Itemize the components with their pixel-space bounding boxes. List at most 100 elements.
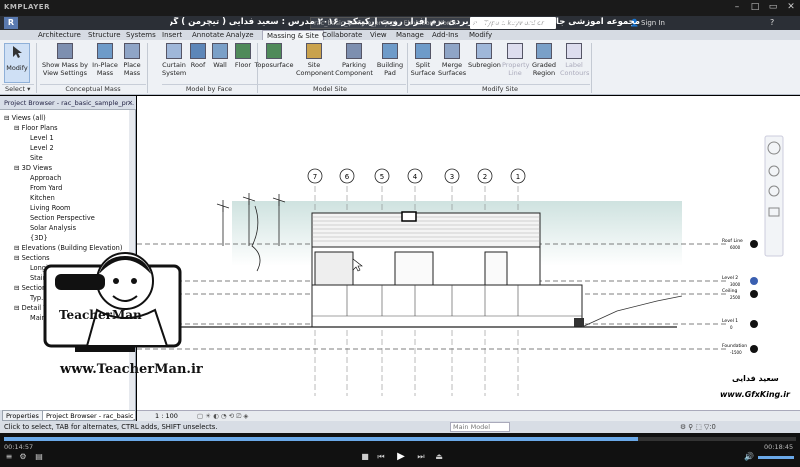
level-head-icon[interactable] xyxy=(750,320,758,328)
tree-item-label: Level 2 xyxy=(30,144,54,152)
level-head-icon[interactable] xyxy=(750,290,758,298)
help-icon[interactable]: ? xyxy=(770,17,774,29)
modify-button[interactable]: Modify xyxy=(4,43,30,83)
grid-label: 6 xyxy=(345,173,350,181)
tree-item[interactable]: Section Perspective xyxy=(4,213,129,223)
place-mass-button[interactable]: Place Mass xyxy=(120,43,144,83)
eject-icon[interactable]: ⏏ xyxy=(434,452,444,462)
select-dropdown[interactable]: Select ▾ xyxy=(2,84,34,93)
view-control-bar: 1 : 100 ▢ ☀ ◐ ◔ ⟲ ⎚ ◈ xyxy=(137,410,800,421)
tree-item[interactable]: ⊟ Floor Plans xyxy=(4,123,129,133)
tree-item-label: From Yard xyxy=(30,184,63,192)
revit-logo-icon[interactable]: R xyxy=(4,17,18,29)
tree-item[interactable]: Kitchen xyxy=(4,193,129,203)
close-icon[interactable]: ✕ xyxy=(784,1,798,14)
tree-item[interactable]: ⊟ Views (all) xyxy=(4,113,129,123)
tab-properties[interactable]: Properties xyxy=(2,410,43,421)
tree-item[interactable]: From Yard xyxy=(4,183,129,193)
level-head-icon[interactable] xyxy=(750,277,758,285)
view-controls[interactable]: ▢ ☀ ◐ ◔ ⟲ ⎚ ◈ xyxy=(197,412,248,421)
tab-modify[interactable]: Modify xyxy=(465,30,496,40)
tab-project-browser[interactable]: Project Browser - rac_basic_... xyxy=(42,410,136,421)
tab-architecture[interactable]: Architecture xyxy=(34,30,85,40)
maximize-icon[interactable]: ▭ xyxy=(766,1,780,14)
next-icon[interactable]: ⏭ xyxy=(416,452,426,462)
label-contours-button[interactable]: Label Contours xyxy=(560,43,589,83)
tree-item[interactable]: Level 1 xyxy=(4,133,129,143)
tab-massing-site[interactable]: Massing & Site xyxy=(262,30,324,40)
volume-slider[interactable] xyxy=(758,456,794,459)
tab-systems[interactable]: Systems xyxy=(122,30,160,40)
seek-progress xyxy=(4,437,638,441)
merge-surfaces-button[interactable]: Merge Surfaces xyxy=(438,43,466,83)
play-icon[interactable]: ▶ xyxy=(396,452,406,462)
divider xyxy=(591,43,592,93)
collapse-icon[interactable]: ⊟ xyxy=(14,164,22,172)
tree-item[interactable]: Approach xyxy=(4,173,129,183)
workset-dropdown[interactable]: Main Model xyxy=(450,422,510,432)
volume-icon[interactable]: 🔊 xyxy=(744,452,754,462)
tab-structure[interactable]: Structure xyxy=(84,30,125,40)
tab-collaborate[interactable]: Collaborate xyxy=(318,30,366,40)
ribbon-button-label: Property Line xyxy=(502,61,530,77)
building-pad-button[interactable]: Building Pad xyxy=(376,43,404,83)
tab-view[interactable]: View xyxy=(366,30,391,40)
tab-add-ins[interactable]: Add-Ins xyxy=(428,30,462,40)
tree-item[interactable]: {3D} xyxy=(4,233,129,243)
teacherman-url: www.TeacherMan.ir xyxy=(60,362,203,377)
minimize-icon[interactable]: – xyxy=(730,1,744,14)
level-head-icon[interactable] xyxy=(750,345,758,353)
video-title: مجموعه آموزشی جامع ، گام به گام و کاربرد… xyxy=(170,17,640,27)
in-place-mass-button[interactable]: In-Place Mass xyxy=(92,43,118,83)
tab-insert[interactable]: Insert xyxy=(158,30,186,40)
stop-icon[interactable]: ■ xyxy=(360,452,370,462)
tree-item[interactable]: ⊟ 3D Views xyxy=(4,163,129,173)
collapse-icon[interactable]: ⊟ xyxy=(14,254,22,262)
parking-component-icon xyxy=(346,43,362,59)
project-browser-header: Project Browser - rac_basic_sample_pr...… xyxy=(0,96,136,110)
collapse-icon[interactable]: ⊟ xyxy=(14,124,22,132)
tree-item-label: Solar Analysis xyxy=(30,224,77,232)
prev-icon[interactable]: ⏮ xyxy=(376,452,386,462)
collapse-icon[interactable]: ⊟ xyxy=(4,114,12,122)
roof-button[interactable]: Roof xyxy=(188,43,208,83)
level-name: Foundation xyxy=(722,343,747,349)
wall-button[interactable]: Wall xyxy=(210,43,230,83)
brand-text: TeacherMan xyxy=(59,308,142,322)
close-icon[interactable]: ✕ xyxy=(128,96,133,110)
status-text: Click to select, TAB for alternates, CTR… xyxy=(4,423,218,431)
collapse-icon[interactable]: ⊟ xyxy=(14,284,22,292)
level-head-icon[interactable] xyxy=(750,240,758,248)
tab-analyze[interactable]: Analyze xyxy=(222,30,258,40)
collapse-icon[interactable]: ⊟ xyxy=(14,304,22,312)
player-titlebar: KMPLAYER – □ ▭ ✕ xyxy=(0,0,800,16)
parking-component-button[interactable]: Parking Component xyxy=(334,43,374,83)
subregion-button[interactable]: Subregion xyxy=(468,43,501,83)
floor-button[interactable]: Floor xyxy=(232,43,254,83)
tree-item[interactable]: Solar Analysis xyxy=(4,223,129,233)
status-icons[interactable]: ⚙ ⚲ ⬚ ▽:0 xyxy=(680,421,716,433)
restore-icon[interactable]: □ xyxy=(748,1,762,14)
split-surface-button[interactable]: Split Surface xyxy=(410,43,436,83)
curtain-system-button[interactable]: Curtain System xyxy=(162,43,186,83)
settings-icon[interactable]: ⚙ xyxy=(18,452,28,462)
tree-item[interactable]: Level 2 xyxy=(4,143,129,153)
subtitle-icon[interactable]: ▤ xyxy=(34,452,44,462)
tree-item[interactable]: Living Room xyxy=(4,203,129,213)
tab-manage[interactable]: Manage xyxy=(392,30,428,40)
menu-icon[interactable]: ≡ xyxy=(4,452,14,462)
tree-item[interactable]: Site xyxy=(4,153,129,163)
project-browser-title: Project Browser - rac_basic_sample_pr... xyxy=(4,99,135,107)
graded-region-button[interactable]: Graded Region xyxy=(530,43,558,83)
show-mass-by-view-settings-button[interactable]: Show Mass by View Settings xyxy=(40,43,90,83)
scale-indicator[interactable]: 1 : 100 xyxy=(155,412,178,420)
property-line-button[interactable]: Property Line xyxy=(502,43,530,83)
elevation-view[interactable]: 7 6 5 4 3 2 1 Roof Line 6000 Level 2 3000 Ceiling 2… xyxy=(43,96,800,410)
toposurface-button[interactable]: Toposurface xyxy=(254,43,294,83)
ribbon-button-label: Site Component xyxy=(296,61,334,77)
browser-tabs: Properties Project Browser - rac_basic_.… xyxy=(0,410,136,421)
collapse-icon[interactable]: ⊟ xyxy=(14,244,22,252)
site-component-button[interactable]: Site Component xyxy=(296,43,334,83)
level-name: Ceiling xyxy=(722,288,738,294)
ribbon-button-label: Subregion xyxy=(468,61,501,69)
